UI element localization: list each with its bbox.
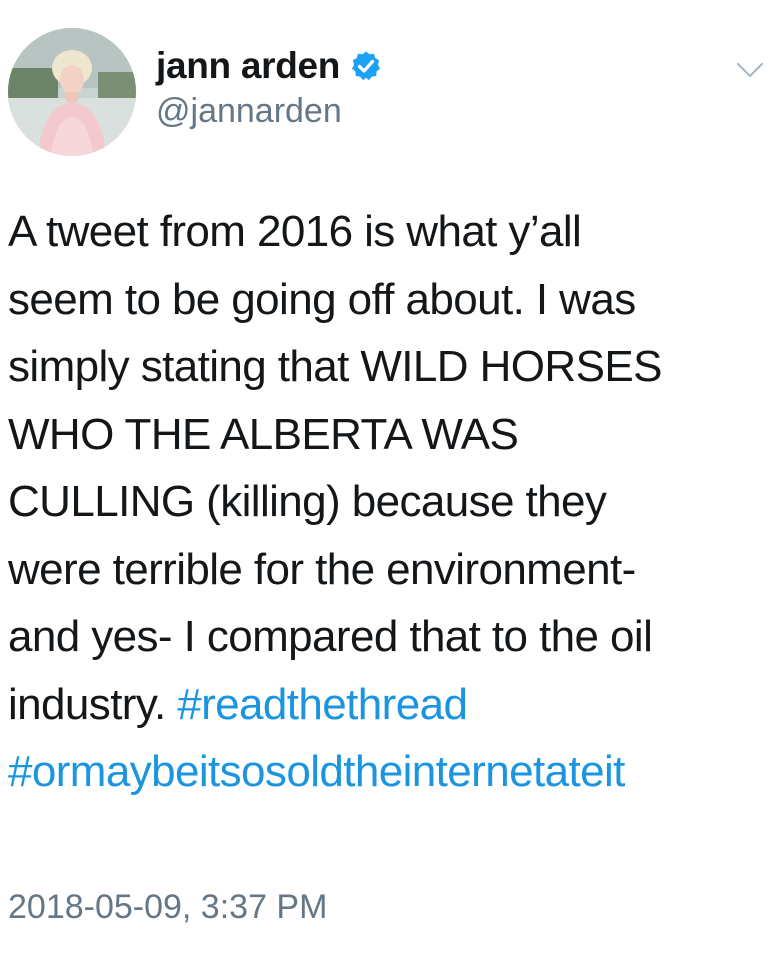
tweet-text-line: and yes- I compared that to the oil [8,612,653,661]
hashtag-link-ormaybeitsosoldtheinternetateit[interactable]: #ormaybeitsosoldtheinternetateit [8,747,625,796]
avatar-image [8,28,136,156]
tweet-header: jann arden @jannarden [0,0,780,170]
name-row: jann arden [156,44,382,88]
tweet-text-line: simply stating that WILD HORSES [8,342,662,391]
user-handle[interactable]: @jannarden [156,92,342,131]
chevron-down-icon[interactable] [734,58,766,82]
tweet-text-line: seem to be going off about. I was [8,274,636,324]
hashtag-link-readthethread[interactable]: #readthethread [177,680,468,729]
tweet-text-line: were terrible for the environment- [8,544,636,594]
tweet-text-line: WHO THE ALBERTA WAS [8,409,519,459]
avatar[interactable] [8,28,136,156]
tweet-text-line: CULLING (killing) because they [8,477,607,526]
tweet-card: jann arden @jannarden A tweet from 2016 … [0,0,780,959]
tweet-timestamp[interactable]: 2018-05-09, 3:37 PM [8,888,327,927]
tweet-text: A tweet from 2016 is what y’all seem to … [8,198,772,806]
tweet-text-line: A tweet from 2016 is what y’all [8,207,582,256]
verified-badge-icon [350,50,382,82]
tweet-text-line-with-hashtag: industry. #readthethread [8,671,772,739]
display-name[interactable]: jann arden [156,45,340,87]
tweet-text-line-hashtag: #ormaybeitsosoldtheinternetateit [8,738,772,806]
tweet-text-fragment: industry. [8,679,166,729]
